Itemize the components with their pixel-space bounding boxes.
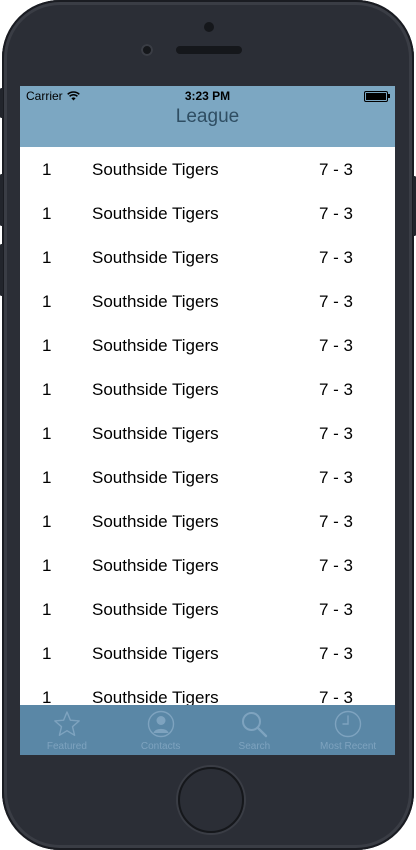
row-rank: 1 xyxy=(42,160,52,179)
earpiece-speaker xyxy=(176,46,242,54)
table-row[interactable]: 1 Southside Tigers 7 - 3 xyxy=(20,587,395,631)
tab-search[interactable]: Search xyxy=(208,705,302,755)
row-rank: 1 xyxy=(42,424,52,443)
row-record: 7 - 3 xyxy=(319,556,354,575)
row-rank: 1 xyxy=(42,468,52,487)
row-record: 7 - 3 xyxy=(319,204,354,223)
row-team-name: Southside Tigers xyxy=(92,600,219,619)
standings-list[interactable]: 1 Southside Tigers 7 - 3 1 Southside Tigers 7… xyxy=(20,147,395,719)
table-row[interactable]: 1 Southside Tigers 7 - 3 xyxy=(20,455,395,499)
row-rank: 1 xyxy=(42,336,52,355)
volume-up-button xyxy=(0,174,3,226)
proximity-sensor xyxy=(204,22,214,32)
row-rank: 1 xyxy=(42,644,52,663)
row-record: 7 - 3 xyxy=(319,380,354,399)
row-rank: 1 xyxy=(42,600,52,619)
row-team-name: Southside Tigers xyxy=(92,160,219,179)
row-rank: 1 xyxy=(42,380,52,399)
navigation-bar: Carrier 3:23 PM League xyxy=(20,86,395,147)
search-icon xyxy=(242,712,268,738)
table-row[interactable]: 1 Southside Tigers 7 - 3 xyxy=(20,543,395,587)
status-time: 3:23 PM xyxy=(184,89,231,103)
app-screen: Carrier 3:23 PM League 1 Southside Tigers… xyxy=(20,86,395,755)
status-bar: Carrier 3:23 PM xyxy=(20,86,395,106)
contacts-icon xyxy=(147,710,174,738)
row-rank: 1 xyxy=(42,248,52,267)
table-row[interactable]: 1 Southside Tigers 7 - 3 xyxy=(20,367,395,411)
tab-featured[interactable]: Featured xyxy=(20,705,114,755)
home-button[interactable] xyxy=(178,767,244,833)
silent-switch xyxy=(0,88,3,118)
row-record: 7 - 3 xyxy=(319,336,354,355)
clock-icon xyxy=(334,710,362,738)
tab-bar: Featured Contacts Search Most Recent xyxy=(20,705,395,755)
row-record: 7 - 3 xyxy=(319,248,354,267)
table-row[interactable]: 1 Southside Tigers 7 - 3 xyxy=(20,323,395,367)
row-team-name: Southside Tigers xyxy=(92,556,219,575)
row-team-name: Southside Tigers xyxy=(92,644,219,663)
row-team-name: Southside Tigers xyxy=(92,468,219,487)
row-record: 7 - 3 xyxy=(319,424,354,443)
tab-most-recent[interactable]: Most Recent xyxy=(301,705,395,755)
row-record: 7 - 3 xyxy=(319,468,354,487)
tab-contacts[interactable]: Contacts xyxy=(114,705,208,755)
battery-icon xyxy=(364,91,390,102)
tab-label: Most Recent xyxy=(320,741,377,752)
tab-label: Contacts xyxy=(140,741,181,752)
volume-down-button xyxy=(0,244,3,296)
row-rank: 1 xyxy=(42,292,52,311)
table-row[interactable]: 1 Southside Tigers 7 - 3 xyxy=(20,499,395,543)
row-team-name: Southside Tigers xyxy=(92,248,219,267)
row-team-name: Southside Tigers xyxy=(92,204,219,223)
row-record: 7 - 3 xyxy=(319,512,354,531)
row-rank: 1 xyxy=(42,556,52,575)
tab-label: Featured xyxy=(46,741,87,752)
row-team-name: Southside Tigers xyxy=(92,512,219,531)
row-team-name: Southside Tigers xyxy=(92,424,219,443)
row-rank: 1 xyxy=(42,204,52,223)
row-rank: 1 xyxy=(42,512,52,531)
star-icon xyxy=(53,711,80,736)
table-row[interactable]: 1 Southside Tigers 7 - 3 xyxy=(20,279,395,323)
row-record: 7 - 3 xyxy=(319,160,354,179)
table-row[interactable]: 1 Southside Tigers 7 - 3 xyxy=(20,235,395,279)
row-team-name: Southside Tigers xyxy=(92,292,219,311)
row-record: 7 - 3 xyxy=(319,600,354,619)
table-row[interactable]: 1 Southside Tigers 7 - 3 xyxy=(20,191,395,235)
tab-label: Search xyxy=(238,741,271,752)
front-camera xyxy=(141,44,153,56)
row-record: 7 - 3 xyxy=(319,644,354,663)
table-row[interactable]: 1 Southside Tigers 7 - 3 xyxy=(20,411,395,455)
row-record: 7 - 3 xyxy=(319,292,354,311)
row-team-name: Southside Tigers xyxy=(92,336,219,355)
page-title: League xyxy=(175,106,240,127)
table-row[interactable]: 1 Southside Tigers 7 - 3 xyxy=(20,147,395,191)
table-row[interactable]: 1 Southside Tigers 7 - 3 xyxy=(20,631,395,675)
row-team-name: Southside Tigers xyxy=(92,380,219,399)
